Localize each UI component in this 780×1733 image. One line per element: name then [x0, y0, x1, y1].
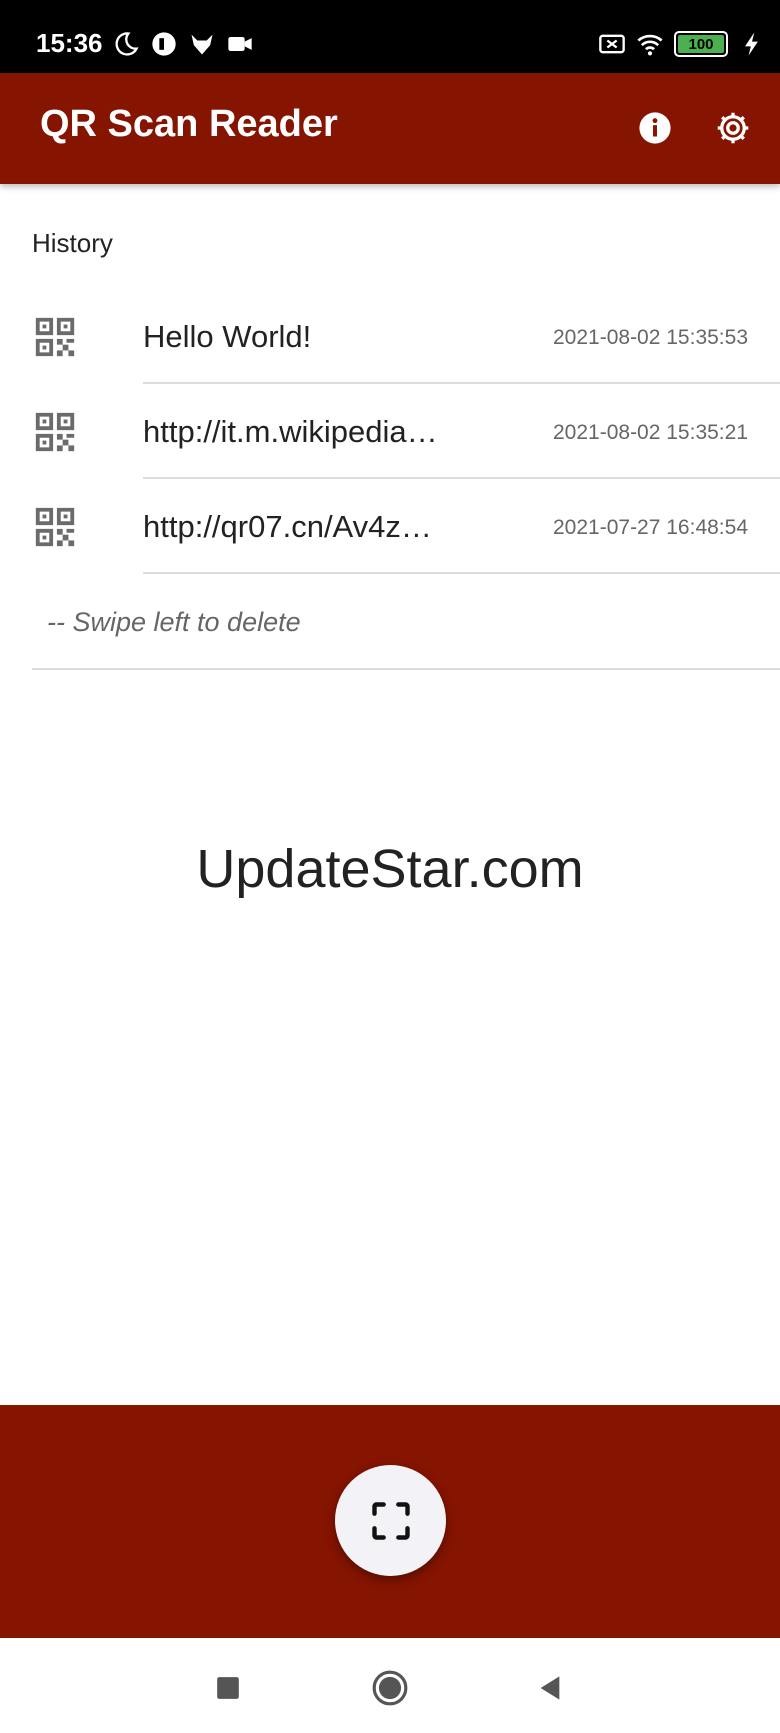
history-item-text: Hello World! — [143, 319, 312, 354]
back-icon — [540, 1676, 560, 1700]
history-item-1[interactable]: Hello World! 2021-08-02 15:35:53 — [0, 289, 780, 384]
divider — [32, 668, 780, 670]
qr-code-icon — [35, 412, 75, 452]
camera-icon — [228, 37, 252, 51]
app-icon — [152, 32, 176, 56]
scan-frame-icon — [371, 1501, 410, 1540]
settings-icon — [717, 112, 749, 144]
back-button[interactable] — [528, 1666, 572, 1710]
recents-icon — [217, 1677, 239, 1699]
info-icon — [639, 112, 671, 144]
no-sim-icon — [599, 34, 625, 54]
recents-button[interactable] — [206, 1666, 250, 1710]
wifi-icon — [637, 34, 663, 56]
charging-icon — [745, 32, 758, 56]
info-button[interactable] — [630, 103, 680, 153]
history-item-time: 2021-08-02 15:35:21 — [553, 421, 748, 444]
battery-icon: 100 — [674, 31, 728, 57]
home-icon — [372, 1670, 408, 1706]
history-item-text: http://it.m.wikipedia… — [143, 414, 438, 449]
home-button[interactable] — [368, 1666, 412, 1710]
qr-code-icon — [35, 507, 75, 547]
history-item-time: 2021-08-02 15:35:53 — [553, 326, 748, 349]
status-bar: 15:36 100 — [0, 0, 780, 73]
history-title: History — [32, 228, 113, 258]
system-nav-bar — [0, 1638, 780, 1733]
history-item-text: http://qr07.cn/Av4z… — [143, 509, 432, 544]
fox-icon — [191, 34, 213, 55]
divider — [143, 572, 780, 574]
qr-code-icon — [35, 317, 75, 357]
app-title: QR Scan Reader — [40, 103, 338, 145]
watermark: UpdateStar.com — [196, 839, 584, 899]
scan-button[interactable] — [335, 1465, 446, 1576]
history-item-2[interactable]: http://it.m.wikipedia… 2021-08-02 15:35:… — [0, 384, 780, 479]
battery-level: 100 — [688, 35, 714, 53]
app-bar: QR Scan Reader — [0, 73, 780, 184]
history-item-3[interactable]: http://qr07.cn/Av4z… 2021-07-27 16:48:54 — [0, 479, 780, 574]
settings-button[interactable] — [708, 103, 758, 153]
history-item-time: 2021-07-27 16:48:54 — [553, 516, 748, 539]
swipe-hint: -- Swipe left to delete — [47, 607, 301, 637]
moon-icon — [115, 32, 139, 56]
status-time: 15:36 — [36, 28, 103, 58]
